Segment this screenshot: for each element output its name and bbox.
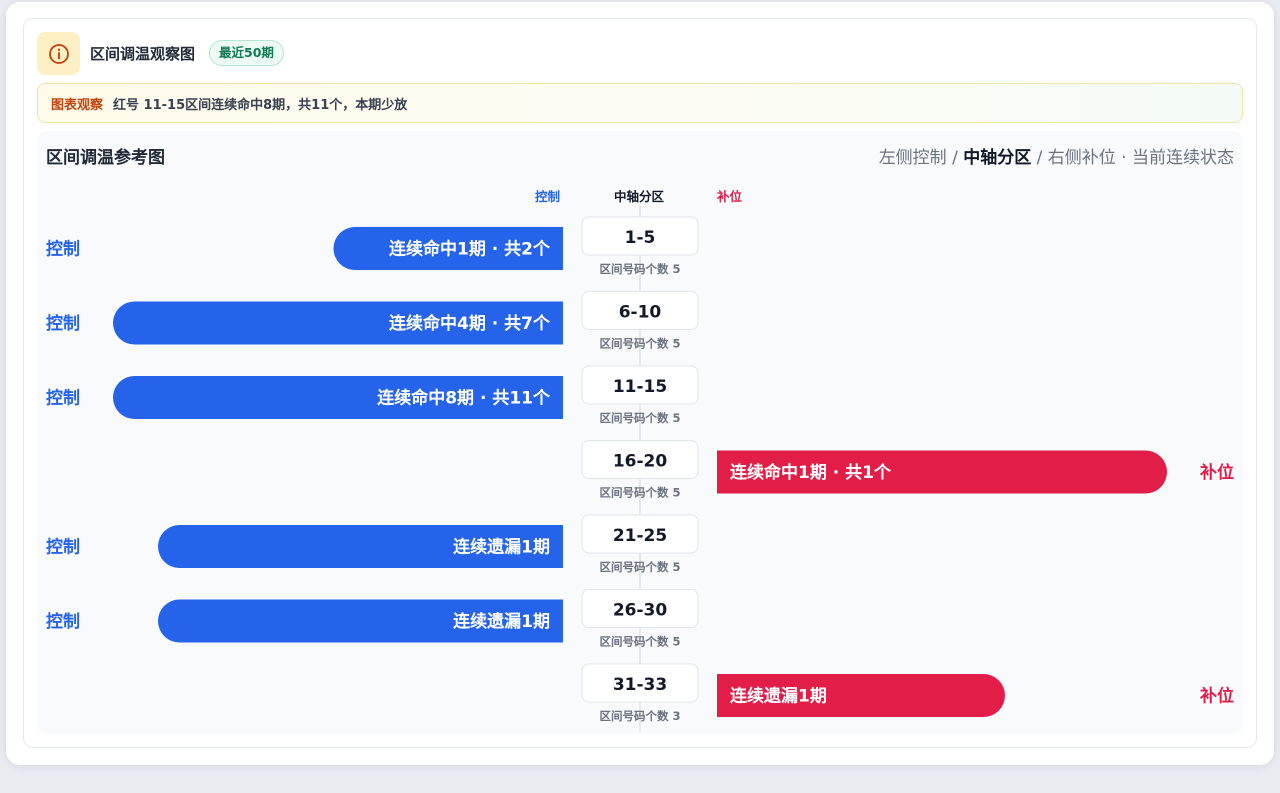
range-label: 26-30: [613, 601, 668, 621]
side-label-control: 控制: [46, 388, 80, 409]
range-label: 16-20: [613, 452, 668, 472]
side-label-control: 控制: [46, 537, 80, 558]
bar-label: 连续命中4期 · 共7个: [389, 313, 551, 334]
bar-label: 连续遗漏1期: [453, 611, 550, 632]
side-label-fill: 补位: [1199, 686, 1234, 707]
bar-label: 连续命中1期 · 共1个: [730, 462, 892, 483]
side-label-control: 控制: [46, 313, 80, 334]
interval-chart: 连续命中1期 · 共2个控制1-5区间号码个数 5连续命中4期 · 共7个控制6…: [46, 206, 1234, 732]
bar-label: 连续命中1期 · 共2个: [389, 239, 551, 260]
bar-label: 连续命中8期 · 共11个: [377, 388, 551, 409]
side-label-control: 控制: [46, 611, 80, 632]
range-label: 21-25: [613, 526, 667, 546]
range-count-label: 区间号码个数 5: [599, 337, 680, 351]
range-label: 31-33: [613, 675, 667, 695]
range-count-label: 区间号码个数 5: [599, 486, 680, 500]
side-label-fill: 补位: [1199, 462, 1234, 483]
range-label: 11-15: [613, 377, 667, 397]
range-count-label: 区间号码个数 5: [599, 635, 680, 649]
range-label: 6-10: [619, 303, 662, 323]
range-count-label: 区间号码个数 5: [599, 560, 680, 574]
bar-label: 连续遗漏1期: [453, 537, 550, 558]
range-count-label: 区间号码个数 5: [599, 411, 680, 425]
range-label: 1-5: [625, 228, 656, 248]
bar-label: 连续遗漏1期: [730, 686, 827, 707]
range-count-label: 区间号码个数 5: [599, 262, 680, 276]
side-label-control: 控制: [46, 239, 80, 260]
range-count-label: 区间号码个数 3: [599, 709, 680, 723]
